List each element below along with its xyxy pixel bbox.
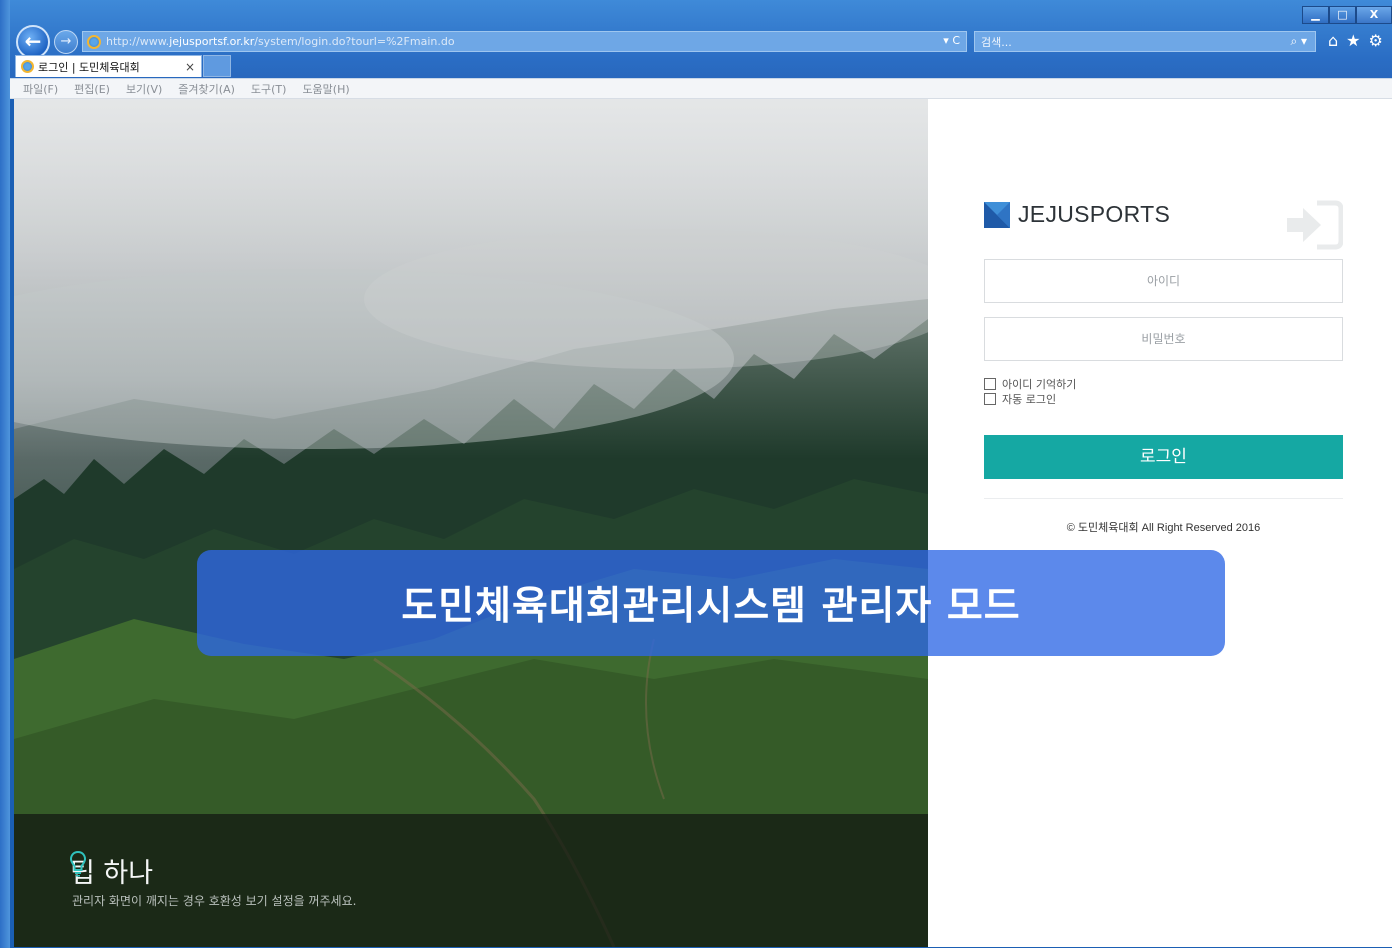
address-bar[interactable]: http://www.jejusportsf.or.kr/system/logi… — [82, 31, 967, 52]
tab-login[interactable]: 로그인 | 도민체육대회 × — [15, 55, 202, 77]
remember-id-option[interactable]: 아이디 기억하기 — [984, 376, 1076, 392]
search-input[interactable]: 검색... ⌕ ▾ — [974, 31, 1316, 52]
banner-text: 도민체육대회관리시스템 관리자 모드 — [401, 584, 1021, 629]
browser-toolbar: ⌂ ★ ⚙ — [1328, 31, 1383, 50]
menu-file[interactable]: 파일(F) — [23, 81, 58, 97]
jejusports-logo-icon — [984, 201, 1010, 228]
tip-text: 관리자 화면이 깨지는 경우 호환성 보기 설정을 꺼주세요. — [72, 894, 357, 908]
remember-id-label: 아이디 기억하기 — [1002, 378, 1077, 391]
gear-icon[interactable]: ⚙ — [1369, 31, 1383, 50]
tip-title: 팁 하나 — [70, 851, 153, 890]
menu-edit[interactable]: 편집(E) — [74, 81, 110, 97]
password-input[interactable] — [984, 317, 1343, 361]
lightbulb-icon — [70, 851, 86, 877]
maximize-button[interactable]: □ — [1329, 6, 1356, 24]
window-controls: ▁ □ X — [1302, 6, 1392, 24]
copyright-text: © 도민체육대회 All Right Reserved 2016 — [1066, 522, 1261, 534]
address-url: http://www.jejusportsf.or.kr/system/logi… — [106, 35, 455, 48]
auto-login-checkbox[interactable] — [984, 393, 996, 405]
login-button[interactable]: 로그인 — [984, 435, 1343, 479]
auto-login-option[interactable]: 자동 로그인 — [984, 391, 1056, 407]
star-icon[interactable]: ★ — [1346, 31, 1360, 50]
admin-mode-banner: 도민체육대회관리시스템 관리자 모드 — [197, 550, 1225, 656]
tab-strip: 로그인 | 도민체육대회 × — [15, 55, 231, 77]
ie-icon — [21, 60, 34, 73]
menu-help[interactable]: 도움말(H) — [302, 81, 349, 97]
new-tab-button[interactable] — [203, 55, 231, 77]
refresh-icon[interactable]: ▾ C — [943, 34, 960, 47]
divider — [984, 498, 1343, 499]
menu-favorites[interactable]: 즐겨찾기(A) — [178, 81, 235, 97]
menu-view[interactable]: 보기(V) — [126, 81, 162, 97]
remember-id-checkbox[interactable] — [984, 378, 996, 390]
sign-in-icon — [1287, 200, 1343, 250]
auto-login-label: 자동 로그인 — [1002, 393, 1057, 406]
brand-name: JEJUSPORTS — [1018, 201, 1171, 227]
minimize-button[interactable]: ▁ — [1302, 6, 1329, 24]
tab-title: 로그인 | 도민체육대회 — [38, 60, 140, 74]
forward-button[interactable]: → — [54, 30, 78, 54]
background-photo: 팁 하나 관리자 화면이 깨지는 경우 호환성 보기 설정을 꺼주세요. — [14, 99, 928, 947]
search-placeholder: 검색... — [981, 35, 1012, 49]
brand: JEJUSPORTS — [984, 201, 1170, 228]
menu-bar: 파일(F) 편집(E) 보기(V) 즐겨찾기(A) 도구(T) 도움말(H) — [10, 78, 1392, 99]
search-icon[interactable]: ⌕ ▾ — [1290, 34, 1307, 49]
ie-icon — [87, 34, 101, 49]
back-button[interactable]: ← — [16, 25, 50, 59]
close-icon[interactable]: × — [185, 60, 195, 74]
page-viewport: 팁 하나 관리자 화면이 깨지는 경우 호환성 보기 설정을 꺼주세요. JEJ… — [14, 99, 1392, 947]
login-panel: JEJUSPORTS 아이디 기억하기 자동 로그인 로그인 © 도민체육대회 … — [928, 99, 1392, 947]
id-input[interactable] — [984, 259, 1343, 303]
menu-tools[interactable]: 도구(T) — [251, 81, 287, 97]
close-window-button[interactable]: X — [1356, 6, 1392, 24]
home-icon[interactable]: ⌂ — [1328, 31, 1338, 50]
window-frame — [0, 0, 10, 948]
